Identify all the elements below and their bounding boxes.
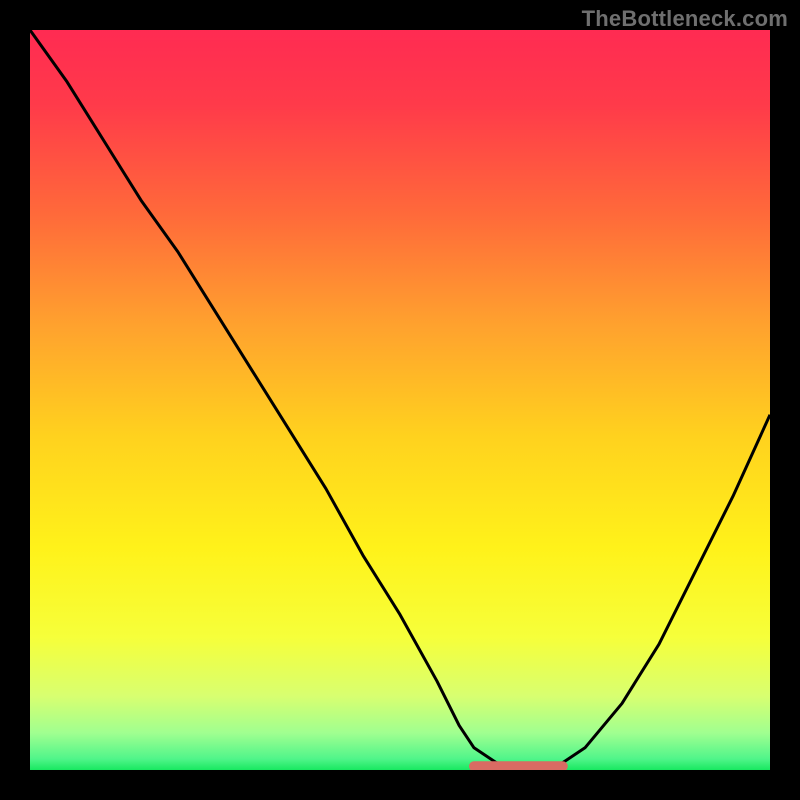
chart-frame: TheBottleneck.com bbox=[0, 0, 800, 800]
plot-area bbox=[30, 30, 770, 770]
bottleneck-curve bbox=[30, 30, 770, 770]
bottleneck-curve-layer bbox=[30, 30, 770, 770]
watermark-text: TheBottleneck.com bbox=[582, 6, 788, 32]
